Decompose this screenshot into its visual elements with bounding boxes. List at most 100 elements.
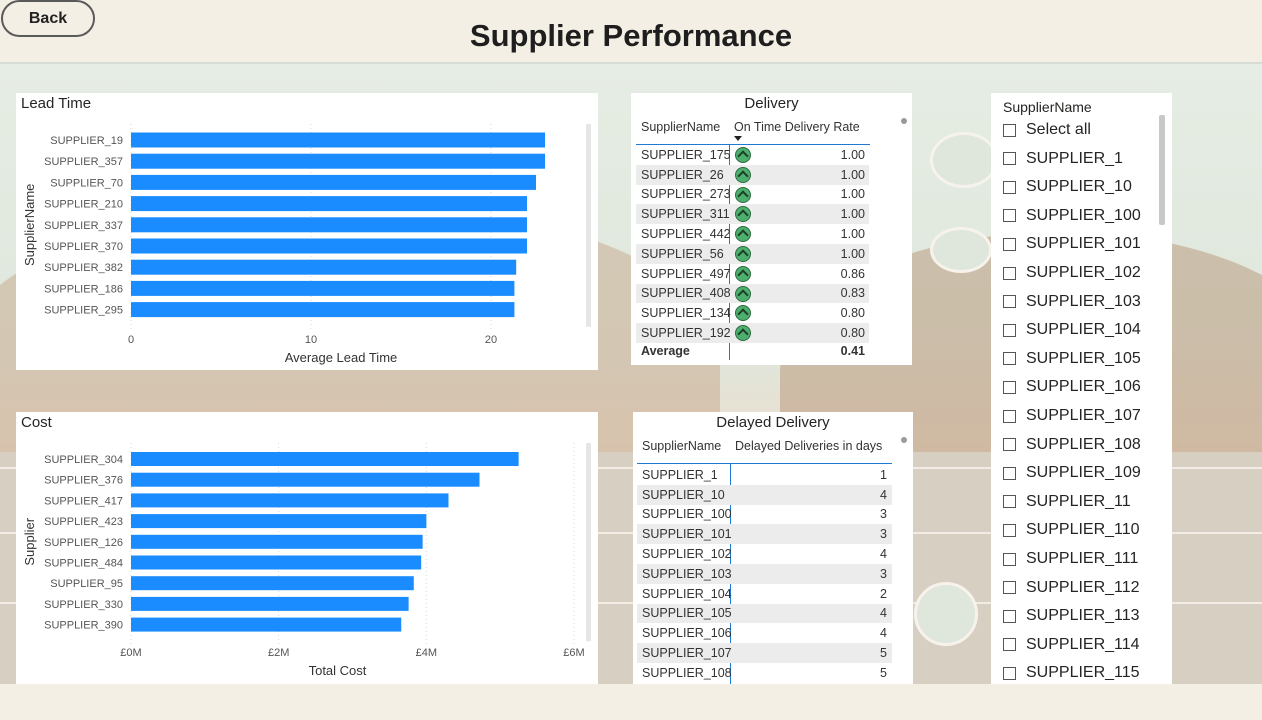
table-row[interactable]: SUPPLIER_108 5: [637, 663, 892, 683]
delivery-total-value: 0.41: [840, 344, 865, 358]
delayed-col-days[interactable]: Delayed Deliveries in days: [735, 439, 882, 453]
slicer-item[interactable]: SUPPLIER_111: [1003, 550, 1138, 568]
slicer-item[interactable]: SUPPLIER_113: [1003, 607, 1140, 625]
delivery-col-supplier[interactable]: SupplierName: [641, 120, 720, 134]
cost-bar[interactable]: [131, 452, 519, 466]
checkbox[interactable]: [1003, 609, 1016, 623]
sort-desc-icon[interactable]: [734, 136, 742, 141]
up-arrow-circle-icon: [735, 186, 751, 203]
cost-bar[interactable]: [131, 534, 423, 549]
table-row[interactable]: SUPPLIER_497 0.86: [636, 264, 869, 284]
slicer-item[interactable]: SUPPLIER_1: [1003, 150, 1123, 168]
table-row[interactable]: SUPPLIER_134 0.80: [636, 303, 869, 323]
slicer-select-all[interactable]: Select all: [1003, 121, 1091, 139]
checkbox[interactable]: [1003, 552, 1016, 566]
table-row[interactable]: SUPPLIER_102 4: [637, 544, 892, 564]
table-row[interactable]: SUPPLIER_104 2: [637, 584, 892, 604]
checkbox[interactable]: [1003, 295, 1016, 309]
table-row[interactable]: SUPPLIER_100 3: [637, 505, 892, 525]
slicer-item[interactable]: SUPPLIER_110: [1003, 521, 1140, 539]
table-row[interactable]: SUPPLIER_408 0.83: [636, 283, 869, 304]
table-row[interactable]: SUPPLIER_105 4: [637, 603, 892, 624]
table-row[interactable]: SUPPLIER_56 1.00: [636, 244, 869, 264]
checkbox[interactable]: [1003, 152, 1016, 166]
checkbox[interactable]: [1003, 237, 1016, 251]
cost-scrollbar[interactable]: [586, 443, 591, 642]
cost-bar[interactable]: [131, 617, 402, 632]
slicer-item-label: SUPPLIER_115: [1026, 664, 1140, 682]
lead-time-bar[interactable]: [131, 259, 517, 275]
checkbox[interactable]: [1003, 380, 1016, 394]
on-time-rate: 1.00: [840, 227, 865, 242]
delivery-panel: Delivery SupplierName On Time Delivery R…: [631, 93, 912, 365]
lead-time-bar[interactable]: [131, 280, 515, 296]
supplier-name: SUPPLIER_102: [642, 547, 732, 562]
cost-bar[interactable]: [131, 576, 414, 591]
slicer-item[interactable]: SUPPLIER_11: [1003, 493, 1131, 511]
table-row[interactable]: SUPPLIER_192 0.80: [636, 323, 869, 343]
checkbox[interactable]: [1003, 438, 1016, 452]
slicer-item[interactable]: SUPPLIER_115: [1003, 664, 1140, 682]
table-row[interactable]: SUPPLIER_10 4: [637, 484, 892, 505]
lead-time-bar[interactable]: [131, 302, 515, 318]
table-row[interactable]: SUPPLIER_175 1.00: [636, 145, 869, 165]
lead-time-bar[interactable]: [131, 238, 527, 254]
slicer-item[interactable]: SUPPLIER_114: [1003, 636, 1140, 654]
up-arrow-circle-icon: [735, 305, 751, 322]
slicer-item[interactable]: SUPPLIER_103: [1003, 293, 1141, 311]
slicer-item[interactable]: SUPPLIER_105: [1003, 350, 1141, 368]
cost-bar[interactable]: [131, 596, 409, 611]
table-row[interactable]: SUPPLIER_101 3: [637, 524, 892, 545]
slicer-item[interactable]: SUPPLIER_107: [1003, 407, 1141, 425]
slicer-item[interactable]: SUPPLIER_106: [1003, 378, 1141, 396]
slicer-title: SupplierName: [1003, 99, 1092, 115]
slicer-item[interactable]: SUPPLIER_109: [1003, 464, 1141, 482]
table-row[interactable]: SUPPLIER_311 1.00: [636, 204, 869, 225]
cost-bar[interactable]: [131, 555, 422, 570]
slicer-scrollbar[interactable]: [1159, 115, 1165, 225]
footer-band: [0, 684, 1262, 720]
table-row[interactable]: SUPPLIER_106 4: [637, 623, 892, 643]
table-row[interactable]: SUPPLIER_107 5: [637, 643, 892, 663]
checkbox[interactable]: [1003, 495, 1016, 509]
checkbox[interactable]: [1003, 209, 1016, 223]
checkbox[interactable]: [1003, 352, 1016, 366]
slicer-item[interactable]: SUPPLIER_102: [1003, 264, 1141, 282]
lead-time-bar[interactable]: [131, 174, 536, 190]
checkbox[interactable]: [1003, 523, 1016, 537]
lead-time-x-tick: 20: [485, 334, 497, 346]
lead-time-bar[interactable]: [131, 196, 527, 212]
slicer-item-label: SUPPLIER_107: [1026, 407, 1141, 424]
slicer-item[interactable]: SUPPLIER_108: [1003, 436, 1141, 454]
checkbox[interactable]: [1003, 123, 1016, 137]
slicer-item[interactable]: SUPPLIER_100: [1003, 207, 1141, 225]
lead-time-scrollbar[interactable]: [586, 124, 591, 327]
delayed-col-supplier[interactable]: SupplierName: [642, 439, 721, 453]
delivery-col-rate[interactable]: On Time Delivery Rate: [734, 120, 860, 134]
checkbox[interactable]: [1003, 266, 1016, 280]
slicer-item[interactable]: SUPPLIER_112: [1003, 579, 1140, 597]
cost-bar[interactable]: [131, 493, 449, 508]
supplier-name: SUPPLIER_273: [641, 187, 731, 202]
slicer-item[interactable]: SUPPLIER_10: [1003, 178, 1132, 196]
cost-bar[interactable]: [131, 472, 480, 487]
supplier-name: SUPPLIER_101: [642, 527, 732, 542]
table-row[interactable]: SUPPLIER_273 1.00: [636, 185, 869, 205]
checkbox[interactable]: [1003, 323, 1016, 337]
table-row[interactable]: SUPPLIER_26 1.00: [636, 164, 869, 185]
lead-time-bar[interactable]: [131, 153, 545, 169]
table-row[interactable]: SUPPLIER_442 1.00: [636, 224, 869, 244]
cost-bar[interactable]: [131, 514, 427, 529]
checkbox[interactable]: [1003, 466, 1016, 480]
lead-time-bar[interactable]: [131, 132, 545, 148]
table-row[interactable]: SUPPLIER_103 3: [637, 564, 892, 584]
lead-time-bar[interactable]: [131, 217, 527, 233]
checkbox[interactable]: [1003, 581, 1016, 595]
slicer-item[interactable]: SUPPLIER_104: [1003, 321, 1141, 339]
checkbox[interactable]: [1003, 409, 1016, 423]
table-row[interactable]: SUPPLIER_1 1: [637, 465, 892, 485]
checkbox[interactable]: [1003, 638, 1016, 652]
checkbox[interactable]: [1003, 666, 1016, 680]
checkbox[interactable]: [1003, 180, 1016, 194]
slicer-item[interactable]: SUPPLIER_101: [1003, 235, 1141, 253]
